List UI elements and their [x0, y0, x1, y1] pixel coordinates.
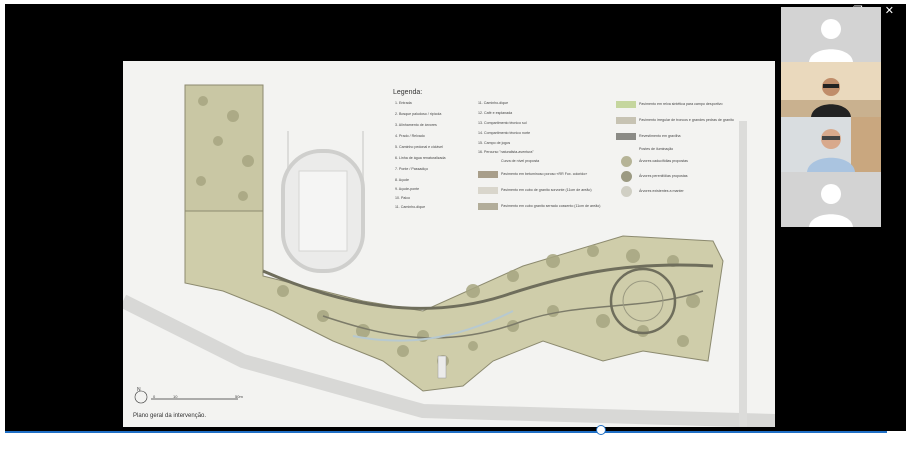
legend-item: Pavimento em betuminoso poroso «RR Fox. … [501, 172, 588, 176]
legend-item: Postes de iluminação [639, 147, 674, 151]
legend-item: Árvores perenifólias propostas [639, 174, 688, 178]
legend-swatch [621, 171, 632, 182]
legend-item: 16. Percurso "naturalista-aventura" [478, 150, 534, 154]
slide-caption: Plano geral da intervenção. [133, 413, 207, 419]
legend-item: 4. Prado / Relvado [395, 134, 425, 138]
avatar-placeholder-icon [809, 184, 853, 227]
progress-knob[interactable] [596, 425, 607, 435]
legend-item: Pavimento em cubo granito serrado cossen… [501, 204, 601, 208]
presentation-window: — ❐ ✕ [5, 4, 906, 436]
legend-item: 11. Caminho-dique [395, 205, 426, 209]
scale-tick: 50m [235, 394, 243, 399]
participant-tile-1[interactable] [781, 7, 881, 62]
legend-item: 12. Café e esplanada [478, 111, 513, 115]
legend-item: Árvores caducifólias propostas [639, 159, 688, 163]
legend-item: 5. Caminho pedonal e ciclável [395, 145, 443, 149]
legend-item: 8. Açude [395, 178, 409, 182]
legend-item: 1. Entrada [395, 101, 412, 105]
legend-swatch [621, 186, 632, 197]
participant-tile-3[interactable] [781, 117, 881, 172]
legend-item: 13. Compartimento técnico sul [478, 121, 527, 125]
participant-tile-4[interactable] [781, 172, 881, 227]
legend-item: 14. Compartimento técnico norte [478, 131, 531, 135]
participant-video [781, 117, 881, 172]
legend-swatch [478, 187, 498, 194]
legend-swatch [478, 203, 498, 210]
avatar-placeholder-icon [809, 19, 853, 62]
north-park-area [184, 84, 264, 212]
playback-bar[interactable] [0, 425, 911, 449]
legend-item: 15. Campo de jogos [478, 141, 511, 145]
legend-swatch [621, 156, 632, 167]
shared-slide: Legenda: 1. Entrada 2. Bosque paludoso /… [123, 61, 775, 427]
legend-swatch [616, 117, 636, 124]
legend-item: 10. Palco [395, 196, 410, 200]
legend-swatch [616, 101, 636, 108]
legend-item: 7. Ponte / Passadiço [395, 167, 428, 171]
legend-item: 6. Linha de água renaturalizada [395, 156, 446, 160]
legend-item: 11. Caminho-dique [478, 101, 509, 105]
legend-title: Legenda: [393, 89, 423, 96]
legend-item: Pavimento em relva sintética para campo … [639, 102, 723, 106]
scale-tick: 0 [153, 394, 156, 399]
legend-item: Árvores existentes a manter [639, 189, 684, 193]
north-label: N [137, 387, 141, 393]
legend-item: Curva de nível proposta [501, 159, 540, 163]
legend-item: 9. Açude-ponte [395, 187, 420, 191]
legend-item: 2. Bosque paludoso / ripícola [395, 112, 442, 116]
legend-swatch [616, 133, 636, 140]
legend-item: Revestimento em gravilha [639, 134, 681, 138]
park-plan-drawing [123, 84, 775, 427]
participant-tile-2[interactable] [781, 62, 881, 117]
legend-item: Pavimento em cubo de granito sorvonte (1… [501, 188, 592, 192]
scale-tick: 10 [173, 394, 178, 399]
legend-item: 3. Alinhamento de árvores [395, 123, 437, 127]
participant-video [781, 62, 881, 117]
legend-swatch [478, 171, 498, 178]
close-button[interactable]: ✕ [885, 5, 894, 17]
legend-item: Pavimento irregular de troncos e grandes… [639, 118, 734, 122]
progress-track[interactable] [5, 431, 887, 433]
